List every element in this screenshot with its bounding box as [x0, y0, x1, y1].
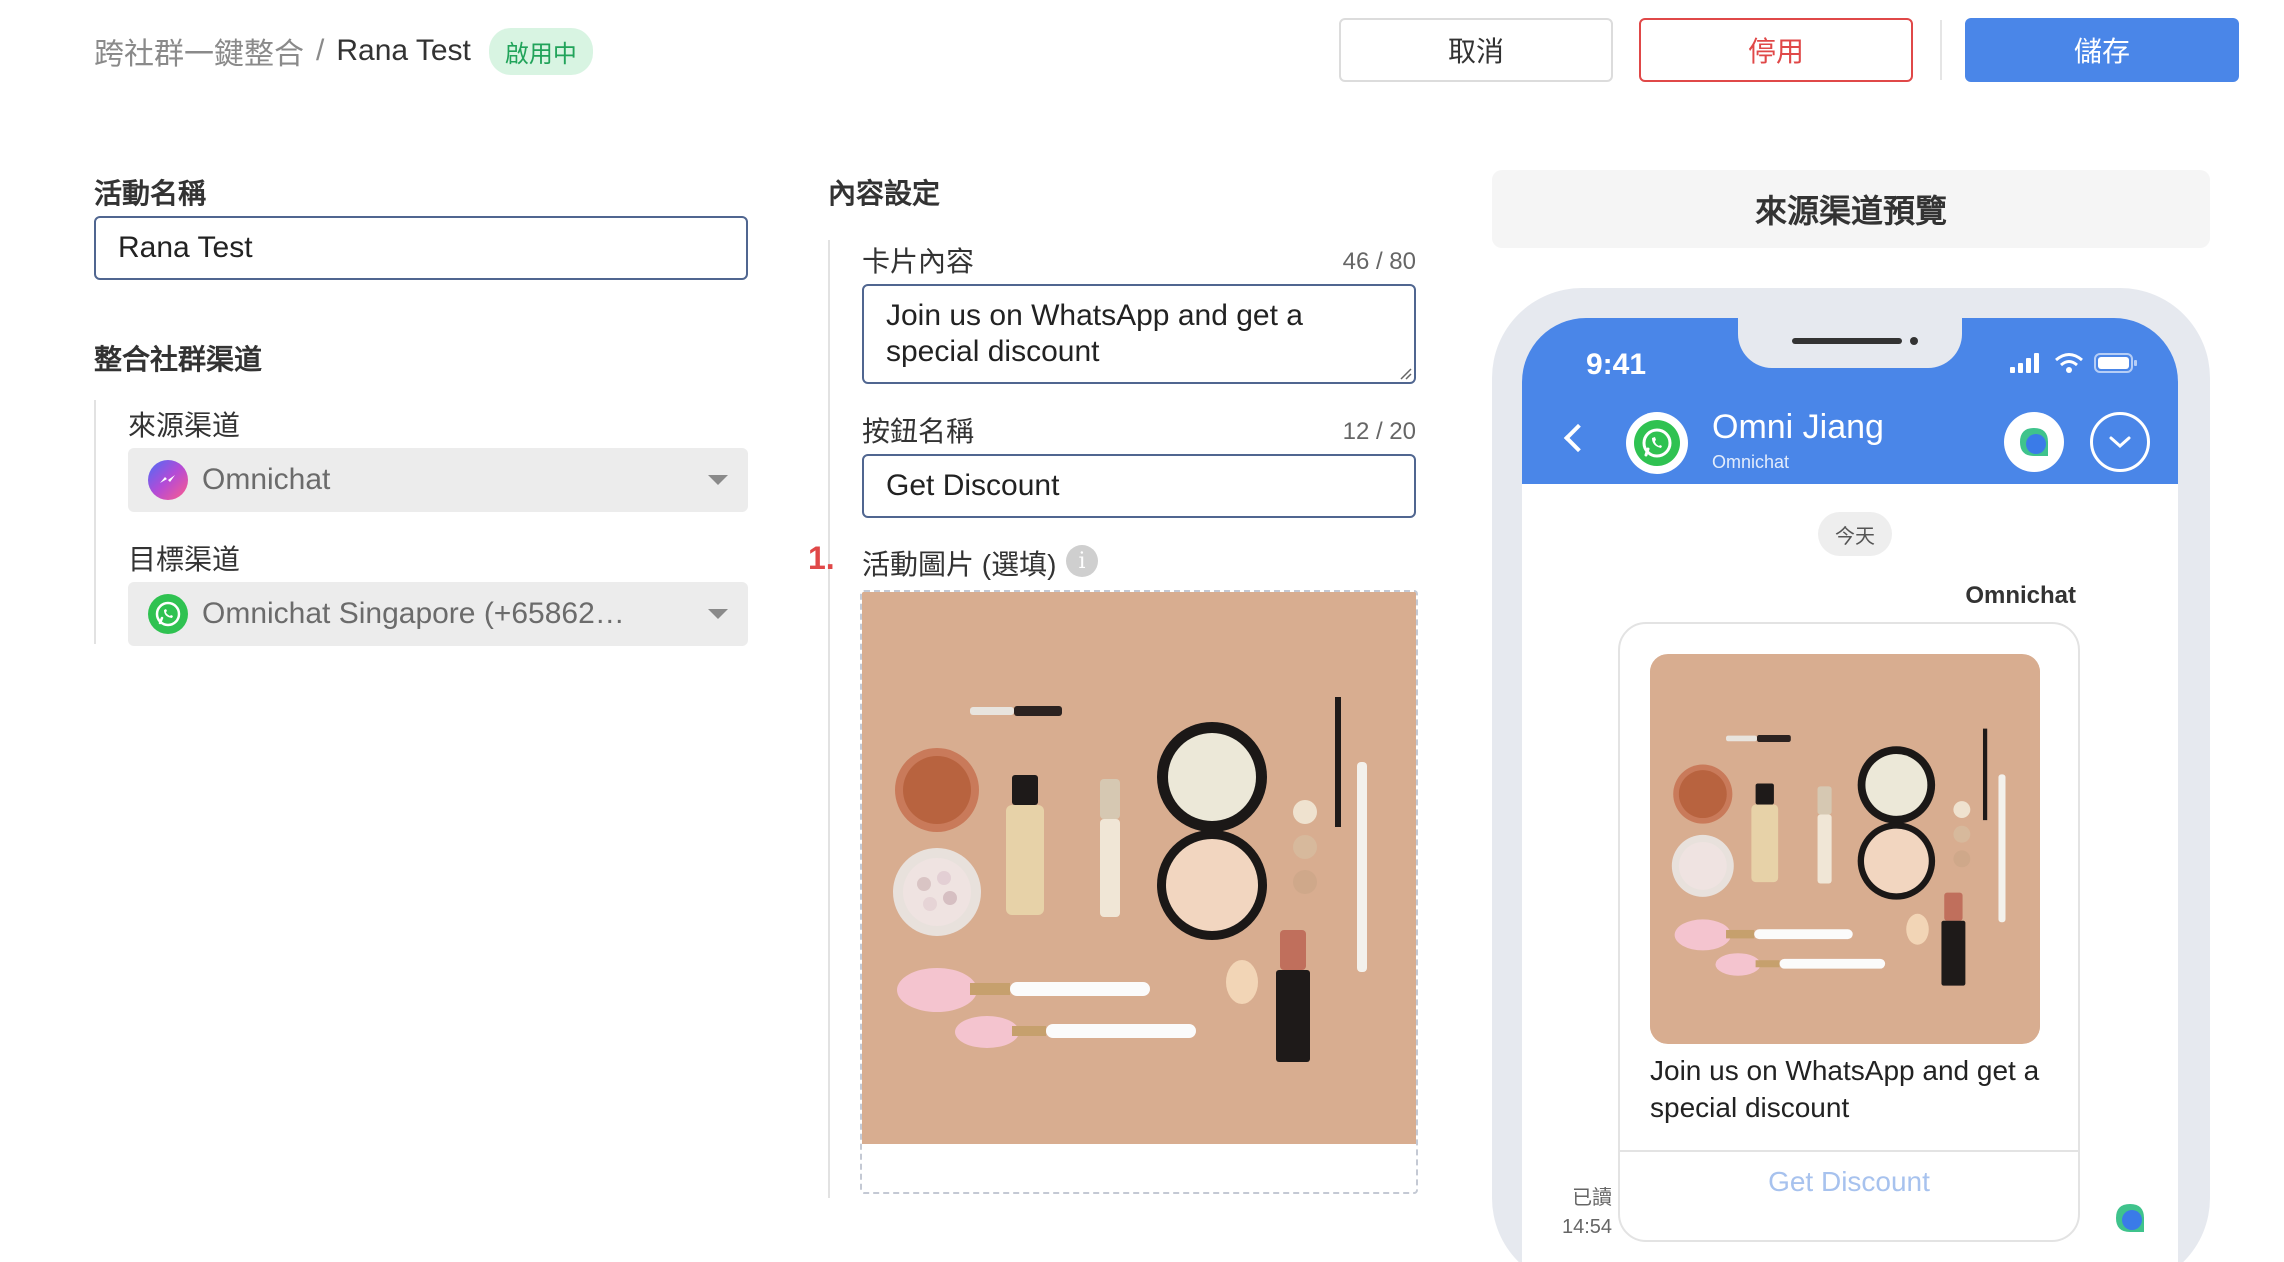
chevron-down-icon [708, 475, 728, 485]
activity-name-value: Rana Test [118, 231, 253, 264]
tree-line [828, 240, 830, 1198]
channels-section-label: 整合社群渠道 [94, 344, 263, 375]
signal-icon [2010, 353, 2039, 373]
preview-title: 來源渠道預覽 [1492, 170, 2210, 248]
day-separator: 今天 [1818, 512, 1892, 556]
button-name-counter: 12 / 20 [1342, 418, 1416, 445]
status-badge: 啟用中 [488, 27, 593, 75]
whatsapp-avatar-icon [1626, 412, 1688, 474]
card-content-counter: 46 / 80 [1342, 248, 1416, 275]
target-channel-value: Omnichat Singapore (+65862… [202, 597, 625, 630]
read-receipt: 已讀 14:54 [1562, 1184, 1612, 1242]
source-channel-value: Omnichat [202, 463, 331, 496]
sender-name: Omnichat [1965, 582, 2076, 609]
resize-handle-icon[interactable] [1398, 366, 1412, 380]
phone-time: 9:41 [1586, 348, 1647, 381]
back-arrow-icon[interactable] [1563, 423, 1593, 453]
button-name-label: 按鈕名稱 [862, 416, 975, 447]
omnichat-avatar-icon [2116, 1204, 2144, 1232]
info-icon[interactable]: i [1066, 545, 1098, 577]
button-name-input[interactable]: Get Discount [862, 454, 1416, 518]
messenger-icon [148, 460, 188, 500]
source-channel-select[interactable]: Omnichat [128, 448, 748, 512]
message-text: Join us on WhatsApp and get a special di… [1650, 1055, 2040, 1123]
activity-name-input[interactable]: Rana Test [94, 216, 748, 280]
whatsapp-icon [148, 594, 188, 634]
save-button[interactable]: 儲存 [1965, 18, 2239, 82]
contact-subtitle: Omnichat [1712, 452, 1790, 472]
content-section-label: 內容設定 [828, 178, 941, 209]
message-image [1650, 654, 2040, 1044]
breadcrumb-root-link[interactable]: 跨社群一鍵整合 [94, 29, 304, 73]
activity-name-label: 活動名稱 [94, 178, 207, 209]
disable-button[interactable]: 停用 [1639, 18, 1913, 82]
card-content-textarea[interactable]: Join us on WhatsApp and get a special di… [862, 284, 1416, 384]
tree-line [94, 400, 96, 644]
header-divider [1940, 20, 1942, 80]
target-channel-label: 目標渠道 [128, 544, 241, 575]
cosmetics-photo-thumb [1650, 654, 2040, 1044]
button-name-value: Get Discount [886, 469, 1060, 502]
card-content-label: 卡片內容 [862, 246, 975, 277]
target-channel-select[interactable]: Omnichat Singapore (+65862… [128, 582, 748, 646]
image-upload-area[interactable] [860, 590, 1418, 1194]
chevron-down-icon [708, 609, 728, 619]
camera-dot [1910, 337, 1918, 345]
source-channel-label: 來源渠道 [128, 410, 241, 441]
message-cta-button[interactable]: Get Discount [1620, 1152, 2078, 1212]
cancel-button[interactable]: 取消 [1339, 18, 1613, 82]
wifi-icon [2055, 353, 2083, 373]
image-label: 活動圖片 (選填) [862, 549, 1057, 580]
battery-icon [2094, 353, 2137, 373]
breadcrumb: 跨社群一鍵整合 / Rana Test 啟用中 [94, 27, 593, 75]
message-card: Join us on WhatsApp and get a special di… [1618, 622, 2080, 1242]
read-time: 14:54 [1562, 1216, 1613, 1238]
speaker-bar [1792, 338, 1902, 344]
status-icons [2010, 352, 2138, 374]
page-title: Rana Test [336, 34, 471, 67]
read-label: 已讀 [1572, 1187, 1613, 1209]
chevron-down-icon[interactable] [2090, 412, 2150, 472]
phone-notch [1738, 318, 1962, 368]
contact-name: Omni Jiang [1712, 408, 1884, 446]
chat-header: 9:41 Omni Jiang Omnichat [1522, 318, 2178, 484]
cosmetics-photo [862, 592, 1416, 1144]
breadcrumb-separator: / [316, 34, 325, 67]
campaign-image [862, 592, 1416, 1144]
omnichat-logo-icon[interactable] [2004, 412, 2064, 472]
step-number: 1. [808, 540, 835, 576]
card-content-value: Join us on WhatsApp and get a special di… [886, 299, 1303, 368]
phone-screen: 9:41 Omni Jiang Omnichat 今天 Omnichat Joi… [1522, 318, 2178, 1262]
